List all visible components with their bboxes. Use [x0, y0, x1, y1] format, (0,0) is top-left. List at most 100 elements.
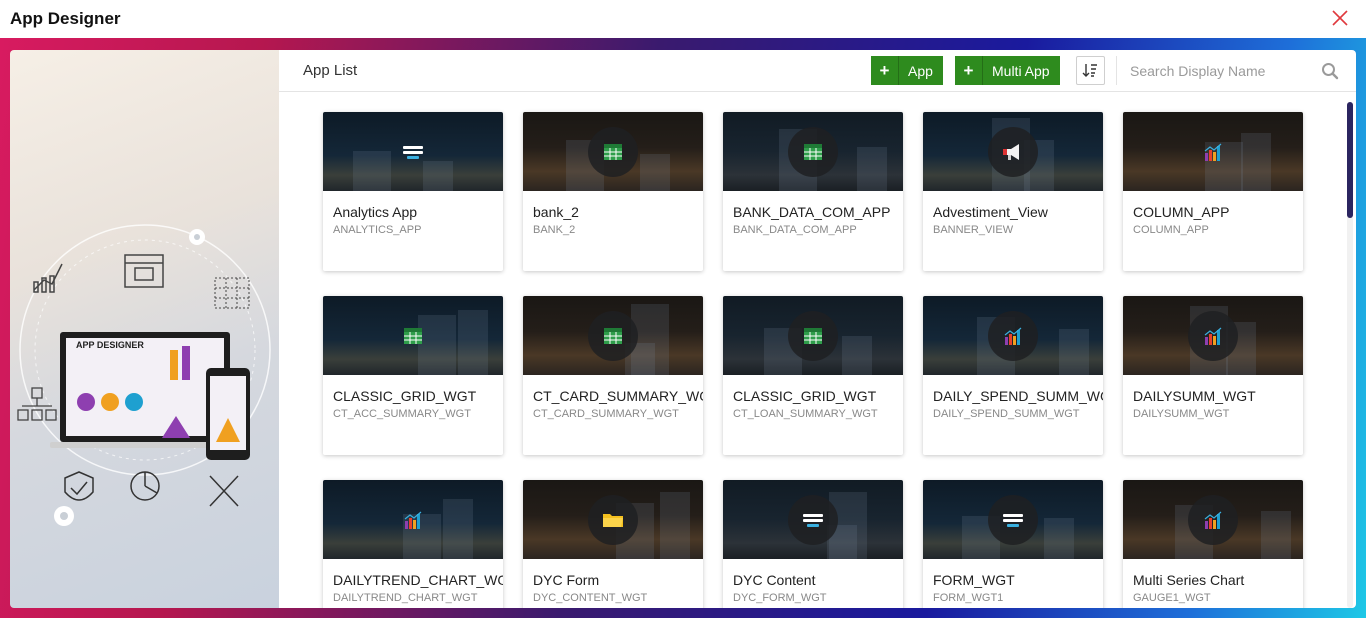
card-title: DAILYSUMM_WGT: [1133, 388, 1256, 404]
gear-icon: [189, 229, 205, 245]
window-title: App Designer: [10, 9, 121, 28]
pencil-ruler-icon: [209, 475, 239, 507]
app-card[interactable]: bank_2 BANK_2: [523, 112, 703, 271]
card-thumbnail: [923, 112, 1103, 191]
chart-icon: [1188, 311, 1238, 361]
card-thumbnail: [723, 112, 903, 191]
illustration-panel: APP DESIGNER: [10, 50, 279, 608]
app-card[interactable]: CT_CARD_SUMMARY_WGT CT_CARD_SUMMARY_WGT: [523, 296, 703, 455]
add-app-label: App: [908, 62, 933, 79]
card-thumbnail: [523, 112, 703, 191]
card-code: BANK_DATA_COM_APP: [733, 224, 857, 236]
megaphone-icon: [988, 127, 1038, 177]
card-thumbnail: [1123, 112, 1303, 191]
app-card[interactable]: CLASSIC_GRID_WGT CT_LOAN_SUMMARY_WGT: [723, 296, 903, 455]
app-card[interactable]: DAILYSUMM_WGT DAILYSUMM_WGT: [1123, 296, 1303, 455]
shield-check-icon: [64, 471, 94, 501]
chart-icon: [388, 495, 438, 545]
grid-icon: [788, 127, 838, 177]
card-thumbnail: [523, 296, 703, 375]
laptop-screen-heading: APP DESIGNER: [76, 340, 144, 350]
card-code: CT_LOAN_SUMMARY_WGT: [733, 408, 878, 420]
card-title: CLASSIC_GRID_WGT: [733, 388, 877, 404]
grid-icon: [788, 311, 838, 361]
app-card[interactable]: DAILYTREND_CHART_WGT DAILYTREND_CHART_WGT: [323, 480, 503, 608]
card-thumbnail: [723, 480, 903, 559]
chart-icon: [1188, 495, 1238, 545]
card-thumbnail: [723, 296, 903, 375]
card-title: BANK_DATA_COM_APP: [733, 204, 891, 220]
toolbar: App List + App + Multi App: [279, 50, 1356, 92]
app-card[interactable]: DYC Content DYC_FORM_WGT: [723, 480, 903, 608]
form-icon: [988, 495, 1038, 545]
card-title: CLASSIC_GRID_WGT: [333, 388, 477, 404]
app-card[interactable]: FORM_WGT FORM_WGT1: [923, 480, 1103, 608]
card-title: DYC Form: [533, 572, 600, 588]
add-app-button[interactable]: + App: [871, 56, 943, 85]
card-title: DYC Content: [733, 572, 816, 588]
browser-window-icon: [124, 254, 164, 288]
sort-descending-icon: [1082, 64, 1097, 77]
page-title: App List: [303, 62, 358, 79]
card-code: DYC_CONTENT_WGT: [533, 592, 648, 604]
add-multi-app-button[interactable]: + Multi App: [955, 56, 1060, 85]
folder-icon: [588, 495, 638, 545]
plus-icon: +: [955, 56, 983, 85]
chart-icon: [1188, 127, 1238, 177]
grid-icon: [388, 311, 438, 361]
card-title: COLUMN_APP: [1133, 204, 1230, 220]
card-code: DAILYTREND_CHART_WGT: [333, 592, 478, 604]
form-icon: [788, 495, 838, 545]
card-code: DYC_FORM_WGT: [733, 592, 827, 604]
grid-icon: [588, 127, 638, 177]
card-title: DAILYTREND_CHART_WGT: [333, 572, 503, 588]
card-code: BANNER_VIEW: [933, 224, 1014, 236]
sort-button[interactable]: [1076, 56, 1105, 85]
window-titlebar: App Designer: [0, 0, 1366, 38]
card-code: DAILY_SPEND_SUMM_WGT: [933, 408, 1080, 420]
card-code: CT_ACC_SUMMARY_WGT: [333, 408, 471, 420]
gear-icon: [54, 506, 74, 526]
add-multi-app-label: Multi App: [992, 62, 1050, 79]
card-title: Analytics App: [333, 204, 418, 220]
mobile-phone-icon: [206, 368, 250, 460]
card-thumbnail: [923, 296, 1103, 375]
search-input[interactable]: [1116, 56, 1351, 85]
card-title: Advestiment_View: [933, 204, 1048, 220]
app-card[interactable]: BANK_DATA_COM_APP BANK_DATA_COM_APP: [723, 112, 903, 271]
grid-icon: [588, 311, 638, 361]
card-title: CT_CARD_SUMMARY_WGT: [533, 388, 703, 404]
card-title: DAILY_SPEND_SUMM_WGT: [933, 388, 1103, 404]
app-card[interactable]: DYC Form DYC_CONTENT_WGT: [523, 480, 703, 608]
app-card[interactable]: Analytics App ANALYTICS_APP: [323, 112, 503, 271]
card-code: BANK_2: [533, 224, 576, 236]
card-code: FORM_WGT1: [933, 592, 1004, 604]
app-card[interactable]: Advestiment_View BANNER_VIEW: [923, 112, 1103, 271]
app-card[interactable]: DAILY_SPEND_SUMM_WGT DAILY_SPEND_SUMM_WGT: [923, 296, 1103, 455]
app-card[interactable]: Multi Series Chart GAUGE1_WGT: [1123, 480, 1303, 608]
card-thumbnail: [323, 480, 503, 559]
search-icon[interactable]: [1321, 62, 1339, 80]
card-thumbnail: [323, 296, 503, 375]
plus-icon: +: [871, 56, 899, 85]
close-icon[interactable]: [1330, 8, 1350, 28]
vertical-scrollbar[interactable]: [1347, 102, 1353, 608]
scrollbar-thumb[interactable]: [1347, 102, 1353, 218]
card-thumbnail: [1123, 480, 1303, 559]
card-thumbnail: [1123, 296, 1303, 375]
card-code: DAILYSUMM_WGT: [1133, 408, 1230, 420]
app-card[interactable]: COLUMN_APP COLUMN_APP: [1123, 112, 1303, 271]
form-icon: [388, 127, 438, 177]
app-list-panel: App List + App + Multi App Search Displa…: [279, 50, 1356, 608]
card-code: CT_CARD_SUMMARY_WGT: [533, 408, 679, 420]
card-title: FORM_WGT: [933, 572, 1015, 588]
search-box: [1116, 56, 1351, 85]
card-code: ANALYTICS_APP: [333, 224, 422, 236]
card-thumbnail: [323, 112, 503, 191]
app-designer-illustration: APP DESIGNER: [17, 224, 271, 526]
trend-chart-icon: [33, 263, 63, 293]
card-code: COLUMN_APP: [1133, 224, 1209, 236]
chart-icon: [988, 311, 1038, 361]
app-card[interactable]: CLASSIC_GRID_WGT CT_ACC_SUMMARY_WGT: [323, 296, 503, 455]
pie-chart-icon: [130, 471, 160, 501]
